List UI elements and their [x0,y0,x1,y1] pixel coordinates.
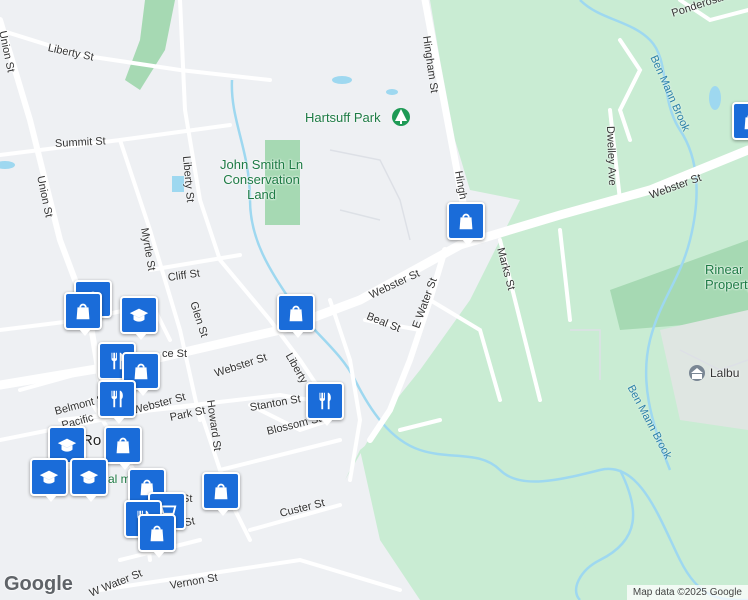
john-smith-conservation-label: John Smith Ln Conservation Land [220,157,304,202]
map-pin-shopping[interactable] [138,514,176,558]
map-pin-shopping[interactable] [202,472,240,516]
map-pin-shopping[interactable] [277,294,315,338]
shopping-bag-icon [116,437,130,454]
street-label-dwelley-ave: Dwelley Ave [604,125,619,186]
shopping-bag-icon [289,305,303,322]
shopping-bag-icon [744,115,748,130]
hartsuff-park-label: Hartsuff Park [305,110,381,125]
graduation-cap-icon [57,438,77,452]
map-pin-school[interactable] [70,458,108,502]
shopping-bag-icon [214,483,228,500]
pond-2 [386,89,398,95]
shopping-bag-icon [459,213,473,230]
fork-knife-icon [319,392,331,410]
rinear-property-label: Rinear Property [705,262,748,292]
map-canvas[interactable]: Hartsuff Park John Smith Ln Conservation… [0,0,748,600]
graduation-cap-icon [79,470,99,484]
fork-knife-icon [111,390,123,408]
landmark-icon [689,365,705,381]
pond-5 [0,161,15,169]
map-pin-school[interactable] [30,458,68,502]
pond-4 [709,86,721,110]
map-attribution[interactable]: Map data ©2025 Google [626,585,748,600]
map-pin-shopping[interactable] [447,202,485,246]
shopping-bag-icon [150,525,164,542]
shopping-bag-icon [134,363,148,380]
map-pin-restaurant[interactable] [306,382,344,426]
pond-1 [332,76,352,84]
park-tree-icon [392,108,410,126]
north-green-strip [125,0,175,90]
map-pin-restaurant[interactable] [98,380,136,424]
graduation-cap-icon [39,470,59,484]
graduation-cap-icon [129,308,149,322]
street-label-fragment-ce-st: ce St [162,348,188,360]
map-pin-shopping[interactable] [732,102,748,146]
map-pin-shopping[interactable] [64,292,102,336]
map-pin-shopping[interactable] [104,426,142,470]
map-pin-school[interactable] [120,296,158,340]
lalbu-label: Lalbu [710,366,740,380]
shopping-bag-icon [76,303,90,320]
google-logo: Google [4,573,73,595]
